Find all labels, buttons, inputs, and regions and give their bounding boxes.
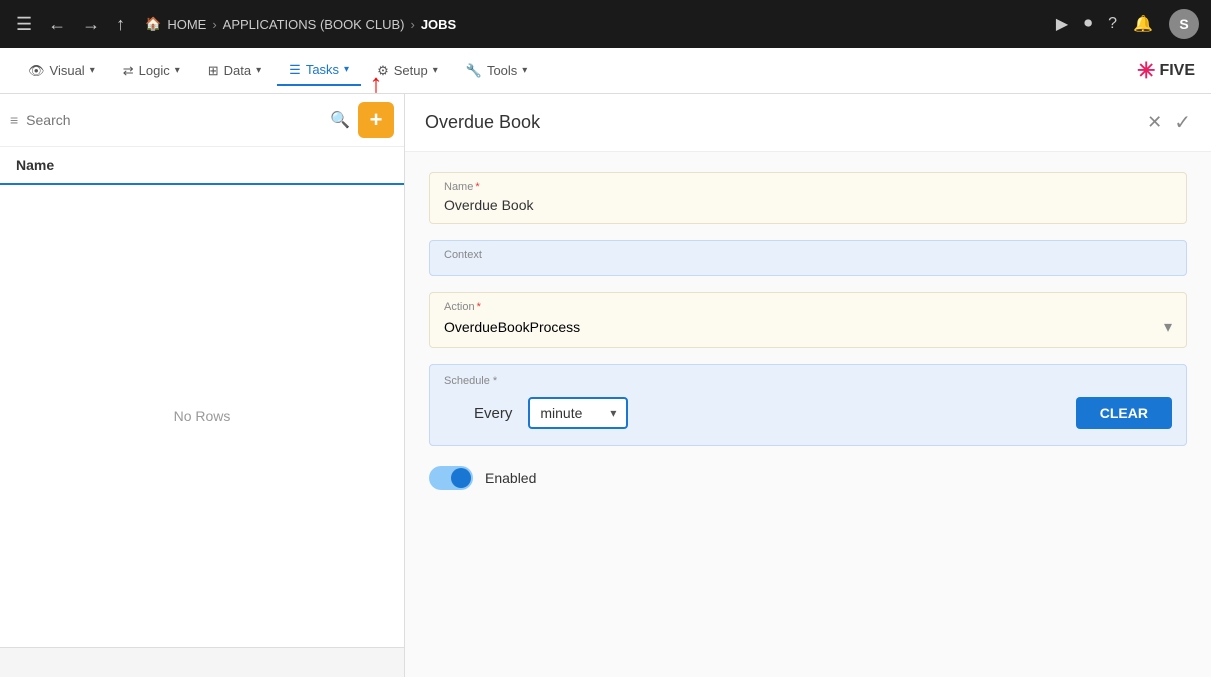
tools-icon: 🔧 [466, 63, 482, 79]
nav-setup[interactable]: ⚙ Setup ▾ [365, 57, 450, 85]
filter-icon: ≡ [10, 112, 18, 128]
nav-logic-label: Logic [139, 63, 170, 78]
up-icon[interactable]: ↑ [112, 10, 129, 39]
bell-icon[interactable]: 🔔 [1133, 14, 1153, 34]
main-layout: ≡ 🔍 + ↑ Name No Rows Overdue Book ✕ ✓ [0, 94, 1211, 677]
empty-state: No Rows [0, 185, 404, 647]
forward-icon[interactable]: → [78, 10, 104, 39]
setup-caret: ▾ [433, 65, 438, 76]
schedule-section: Schedule * Every minute ▾ CLEAR [429, 364, 1187, 446]
context-label: Context [444, 249, 1172, 261]
breadcrumb-current: JOBS [421, 17, 456, 32]
clear-button[interactable]: CLEAR [1076, 397, 1172, 429]
nav-data-label: Data [224, 63, 251, 78]
logic-caret: ▾ [175, 65, 180, 76]
data-icon: ⊞ [208, 63, 219, 79]
action-caret-icon: ▾ [1164, 317, 1172, 337]
eye-icon: 👁 [28, 63, 45, 79]
schedule-label: Schedule * [444, 375, 1172, 387]
nav-tasks[interactable]: ☰ Tasks ▾ [277, 56, 361, 86]
action-field-group: Action* OverdueBookProcess ▾ [429, 292, 1187, 348]
top-navigation: ☰ ← → ↑ 🏠 HOME › APPLICATIONS (BOOK CLUB… [0, 0, 1211, 48]
search-icon[interactable]: 🔍 [330, 110, 350, 130]
confirm-icon[interactable]: ✓ [1174, 110, 1191, 135]
nav-visual-label: Visual [50, 63, 85, 78]
help-icon[interactable]: ? [1108, 15, 1117, 33]
minute-select[interactable]: minute ▾ [528, 397, 628, 429]
name-value[interactable]: Overdue Book [444, 197, 1172, 213]
home-icon: 🏠 [145, 16, 161, 32]
play-icon[interactable]: ▶ [1056, 14, 1068, 34]
header-actions: ✕ ✓ [1147, 110, 1191, 135]
minute-value: minute [540, 405, 582, 421]
tools-caret: ▾ [522, 65, 527, 76]
schedule-row: Every minute ▾ CLEAR [444, 397, 1172, 429]
search-input[interactable] [26, 112, 322, 128]
bottom-bar [0, 647, 404, 677]
context-field-group: Context [429, 240, 1187, 276]
enabled-toggle-row: Enabled [429, 462, 1187, 494]
right-panel-header: Overdue Book ✕ ✓ [405, 94, 1211, 152]
setup-icon: ⚙ [377, 63, 389, 79]
tasks-icon: ☰ [289, 62, 301, 78]
close-icon[interactable]: ✕ [1147, 112, 1162, 133]
action-value: OverdueBookProcess [444, 319, 580, 335]
form-area: Name* Overdue Book Context Action* Overd… [405, 152, 1211, 514]
action-dropdown[interactable]: OverdueBookProcess ▾ [444, 317, 1172, 337]
record-icon[interactable]: ⏺ [1084, 15, 1092, 33]
breadcrumb-sep2: › [410, 17, 414, 32]
minute-caret-icon: ▾ [610, 406, 616, 420]
nav-data[interactable]: ⊞ Data ▾ [196, 57, 273, 85]
breadcrumb: 🏠 HOME › APPLICATIONS (BOOK CLUB) › JOBS [145, 16, 1048, 32]
nav-tasks-label: Tasks [306, 62, 339, 77]
tasks-caret: ▾ [344, 64, 349, 75]
visual-caret: ▾ [90, 65, 95, 76]
nav-visual[interactable]: 👁 Visual ▾ [16, 57, 107, 85]
every-label: Every [474, 405, 512, 422]
right-panel: Overdue Book ✕ ✓ Name* Overdue Book Cont… [405, 94, 1211, 677]
nav-items: 👁 Visual ▾ ⇄ Logic ▾ ⊞ Data ▾ ☰ Tasks ▾ … [16, 56, 539, 86]
column-header-name: Name [0, 147, 404, 185]
action-label: Action* [444, 301, 1172, 313]
logo-icon: ✳ [1137, 58, 1155, 84]
data-caret: ▾ [256, 65, 261, 76]
nav-tools-label: Tools [487, 63, 517, 78]
breadcrumb-home[interactable]: HOME [167, 17, 206, 32]
top-nav-right: ▶ ⏺ ? 🔔 S [1056, 9, 1199, 39]
panel-title: Overdue Book [425, 112, 540, 133]
menu-icon[interactable]: ☰ [12, 10, 36, 39]
name-field-group: Name* Overdue Book [429, 172, 1187, 224]
enabled-label: Enabled [485, 470, 536, 486]
avatar[interactable]: S [1169, 9, 1199, 39]
breadcrumb-sep1: › [212, 17, 216, 32]
nav-tools[interactable]: 🔧 Tools ▾ [454, 57, 540, 85]
back-icon[interactable]: ← [44, 10, 70, 39]
breadcrumb-app[interactable]: APPLICATIONS (BOOK CLUB) [223, 17, 405, 32]
nav-setup-label: Setup [394, 63, 428, 78]
enabled-toggle[interactable] [429, 466, 473, 490]
name-label: Name* [444, 181, 1172, 193]
add-button[interactable]: + ↑ [358, 102, 394, 138]
logo-text: FIVE [1159, 62, 1195, 80]
secondary-navigation: 👁 Visual ▾ ⇄ Logic ▾ ⊞ Data ▾ ☰ Tasks ▾ … [0, 48, 1211, 94]
nav-logic[interactable]: ⇄ Logic ▾ [111, 57, 192, 85]
left-panel: ≡ 🔍 + ↑ Name No Rows [0, 94, 405, 677]
five-logo: ✳ FIVE [1137, 58, 1195, 84]
logic-icon: ⇄ [123, 63, 134, 79]
search-bar: ≡ 🔍 + ↑ [0, 94, 404, 147]
